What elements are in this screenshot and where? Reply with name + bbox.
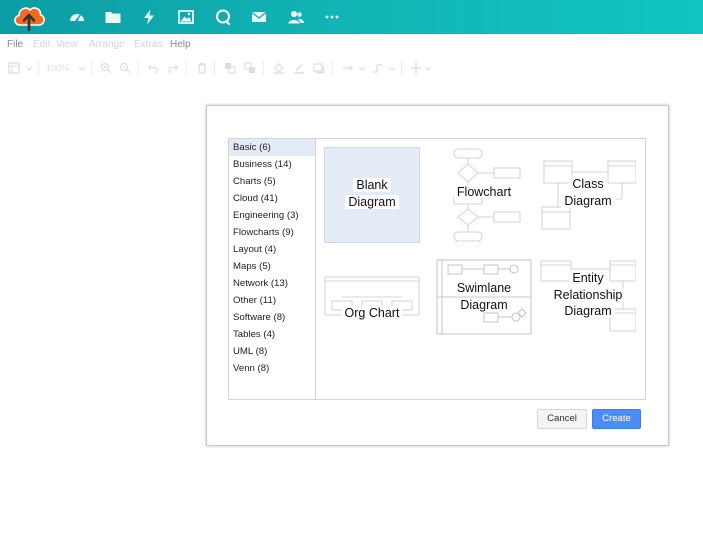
template-class-diagram[interactable]: Class Diagram: [540, 147, 636, 243]
cancel-button[interactable]: Cancel: [537, 409, 587, 429]
category-venn[interactable]: Venn (8): [229, 360, 315, 377]
connection-arrow-icon[interactable]: [342, 62, 354, 74]
menu-help[interactable]: Help: [170, 39, 191, 50]
fill-color-icon[interactable]: [273, 62, 285, 74]
toolbar-divider: [38, 61, 39, 75]
dashboard-gauge-icon[interactable]: [68, 8, 86, 26]
chevron-down-icon[interactable]: [356, 62, 368, 74]
toolbar-divider: [91, 61, 92, 75]
toolbar-divider: [401, 61, 402, 75]
template-panel: Basic (6) Business (14) Charts (5) Cloud…: [228, 138, 646, 400]
image-icon[interactable]: [177, 8, 195, 26]
lightning-icon[interactable]: [140, 8, 158, 26]
category-business[interactable]: Business (14): [229, 156, 315, 173]
template-label: Blank Diagram: [325, 177, 419, 210]
template-label: Swimlane Diagram: [436, 280, 532, 313]
category-flowcharts[interactable]: Flowcharts (9): [229, 224, 315, 241]
new-diagram-dialog: Basic (6) Business (14) Charts (5) Cloud…: [206, 105, 669, 446]
template-blank-diagram[interactable]: Blank Diagram: [324, 147, 420, 243]
chevron-down-icon[interactable]: [76, 62, 88, 74]
template-label: Class Diagram: [540, 176, 636, 209]
to-front-icon[interactable]: [224, 62, 236, 74]
category-charts[interactable]: Charts (5): [229, 173, 315, 190]
cloud-upload-logo[interactable]: [12, 3, 46, 33]
insert-plus-icon[interactable]: [410, 62, 422, 74]
zoom-out-icon[interactable]: [119, 62, 131, 74]
category-network[interactable]: Network (13): [229, 275, 315, 292]
menu-view[interactable]: View: [56, 39, 78, 50]
toolbar-divider: [186, 61, 187, 75]
zoom-in-icon[interactable]: [100, 62, 112, 74]
category-other[interactable]: Other (11): [229, 292, 315, 309]
toolbar-divider: [263, 61, 264, 75]
waypoints-icon[interactable]: [372, 62, 384, 74]
template-label: Flowchart: [436, 184, 532, 201]
app-header-bar: [0, 0, 703, 34]
template-label: Org Chart: [324, 305, 420, 322]
category-cloud[interactable]: Cloud (41): [229, 190, 315, 207]
template-swimlane-diagram[interactable]: Swimlane Diagram: [436, 259, 532, 355]
trash-icon[interactable]: [196, 62, 208, 74]
create-button[interactable]: Create: [592, 409, 641, 429]
envelope-icon[interactable]: [250, 8, 268, 26]
template-label: Entity Relationship Diagram: [540, 270, 636, 320]
menu-bar: File Edit View Arrange Extras Help: [0, 34, 703, 54]
category-basic[interactable]: Basic (6): [229, 139, 315, 156]
category-tables[interactable]: Tables (4): [229, 326, 315, 343]
users-icon[interactable]: [287, 8, 305, 26]
template-org-chart[interactable]: Org Chart: [324, 259, 420, 355]
folder-icon[interactable]: [104, 8, 122, 26]
category-engineering[interactable]: Engineering (3): [229, 207, 315, 224]
template-entity-relationship-diagram[interactable]: Entity Relationship Diagram: [540, 259, 636, 355]
toolbar-divider: [332, 61, 333, 75]
chat-bubble-icon[interactable]: [214, 8, 232, 26]
menu-file[interactable]: File: [7, 39, 23, 50]
page-view-icon[interactable]: [8, 62, 20, 74]
category-list: Basic (6) Business (14) Charts (5) Cloud…: [229, 139, 316, 399]
toolbar-divider: [214, 61, 215, 75]
redo-icon[interactable]: [167, 62, 179, 74]
line-color-icon[interactable]: [293, 62, 305, 74]
menu-extras[interactable]: Extras: [134, 39, 162, 50]
toolbar: 100%: [0, 56, 703, 80]
category-uml[interactable]: UML (8): [229, 343, 315, 360]
chevron-down-icon[interactable]: [422, 62, 434, 74]
menu-arrange[interactable]: Arrange: [89, 39, 125, 50]
zoom-level[interactable]: 100%: [46, 63, 69, 75]
category-software[interactable]: Software (8): [229, 309, 315, 326]
template-flowchart[interactable]: Flowchart: [436, 147, 532, 243]
undo-icon[interactable]: [147, 62, 159, 74]
category-maps[interactable]: Maps (5): [229, 258, 315, 275]
more-dots-icon[interactable]: [323, 8, 341, 26]
category-layout[interactable]: Layout (4): [229, 241, 315, 258]
shadow-icon[interactable]: [313, 62, 325, 74]
menu-edit[interactable]: Edit: [33, 39, 50, 50]
to-back-icon[interactable]: [244, 62, 256, 74]
toolbar-divider: [138, 61, 139, 75]
chevron-down-icon[interactable]: [386, 62, 398, 74]
chevron-down-icon[interactable]: [23, 62, 35, 74]
